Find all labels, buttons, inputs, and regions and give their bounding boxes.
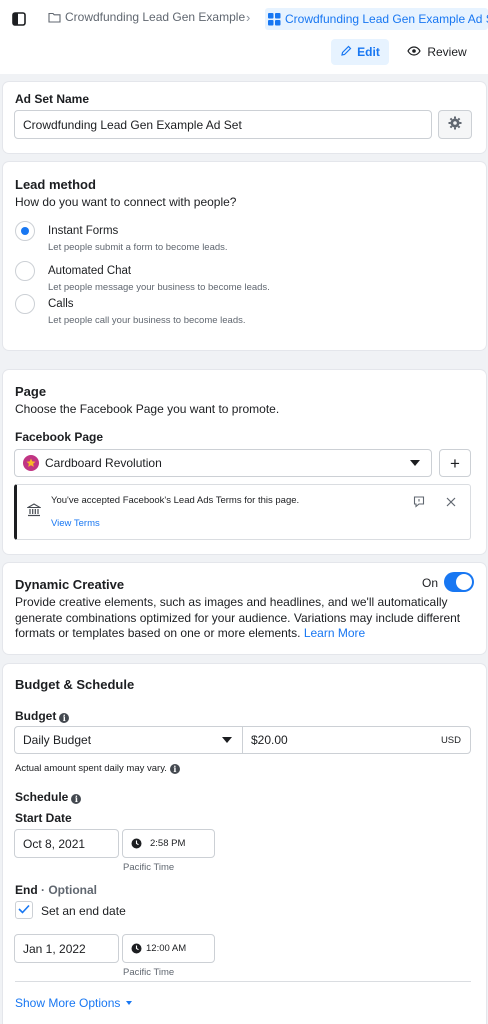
instant-forms-label: Instant Forms	[48, 225, 119, 237]
end-time-value: 12:00 AM	[146, 943, 187, 954]
top-bar: Crowdfunding Lead Gen Example › Crowdfun…	[0, 0, 488, 40]
sidebar-toggle-icon[interactable]	[8, 8, 30, 30]
caret-down-icon	[125, 1001, 132, 1005]
view-terms-link[interactable]: View Terms	[51, 518, 100, 529]
breadcrumb-ad-set[interactable]: Crowdfunding Lead Gen Example Ad Set	[265, 8, 488, 30]
gear-icon	[448, 116, 462, 133]
terms-notice-text: You've accepted Facebook's Lead Ads Term…	[51, 495, 300, 506]
calls-description: Let people call your business to become …	[48, 315, 246, 326]
end-label: End · Optional	[15, 883, 97, 897]
bank-icon	[25, 503, 43, 520]
automated-chat-label: Automated Chat	[48, 265, 132, 277]
divider	[15, 981, 471, 982]
dynamic-creative-description: Provide creative elements, such as image…	[15, 595, 471, 642]
dynamic-creative-description-text: Provide creative elements, such as image…	[15, 595, 461, 640]
lead-method-subtitle: How do you want to connect with people?	[15, 195, 237, 209]
ad-set-grid-icon	[268, 12, 281, 26]
plus-icon: +	[450, 453, 460, 473]
end-date-value: Jan 1, 2022	[23, 941, 86, 956]
set-end-date-label: Set an end date	[41, 904, 126, 918]
clock-icon	[131, 838, 142, 849]
radio-instant-forms[interactable]	[15, 221, 35, 241]
budget-note-text: Actual amount spent daily may vary.	[15, 763, 167, 774]
page-title: Page	[15, 384, 47, 399]
review-button-label: Review	[427, 45, 467, 59]
ad-set-name-input[interactable]: Crowdfunding Lead Gen Example Ad Set	[14, 110, 432, 139]
facebook-page-select[interactable]: Cardboard Revolution	[14, 449, 432, 477]
start-timezone: Pacific Time	[123, 862, 175, 873]
budget-note: Actual amount spent daily may vary. i	[15, 763, 180, 774]
eye-icon	[407, 45, 421, 59]
end-optional-text: · Optional	[41, 883, 98, 897]
review-button[interactable]: Review	[402, 39, 472, 65]
edit-button[interactable]: Edit	[331, 39, 389, 65]
terms-notice	[14, 484, 471, 540]
budget-amount-input[interactable]: $20.00 USD	[242, 726, 471, 754]
show-more-options-link[interactable]: Show More Options	[15, 996, 132, 1010]
page-subtitle: Choose the Facebook Page you want to pro…	[15, 402, 280, 416]
pencil-icon	[340, 45, 352, 60]
calls-label: Calls	[48, 298, 74, 310]
radio-automated-chat[interactable]	[15, 261, 35, 281]
budget-type-select[interactable]: Daily Budget	[14, 726, 243, 754]
breadcrumb-ad-set-label: Crowdfunding Lead Gen Example Ad Set	[285, 12, 488, 26]
close-icon[interactable]	[446, 496, 456, 510]
dynamic-creative-title: Dynamic Creative	[15, 577, 125, 592]
breadcrumb-campaign-label: Crowdfunding Lead Gen Example	[65, 10, 246, 24]
selected-page-name: Cardboard Revolution	[45, 456, 162, 470]
end-date-input[interactable]: Jan 1, 2022	[14, 934, 119, 963]
schedule-label: Schedule i	[15, 790, 82, 804]
dynamic-creative-toggle[interactable]	[444, 572, 474, 592]
budget-type-value: Daily Budget	[23, 733, 92, 747]
page-avatar-icon	[23, 455, 39, 471]
end-label-text: End	[15, 883, 38, 897]
lead-method-title: Lead method	[15, 177, 96, 192]
budget-label-text: Budget	[15, 709, 57, 723]
chevron-right-icon: ›	[246, 10, 251, 25]
ad-set-name-label: Ad Set Name	[15, 92, 90, 106]
start-date-input[interactable]: Oct 8, 2021	[14, 829, 119, 858]
show-more-options-label: Show More Options	[15, 996, 121, 1010]
feedback-icon[interactable]	[413, 496, 425, 511]
ad-set-name-value: Crowdfunding Lead Gen Example Ad Set	[23, 117, 242, 132]
info-icon[interactable]: i	[71, 794, 82, 804]
start-date-value: Oct 8, 2021	[23, 836, 86, 851]
set-end-date-checkbox[interactable]	[15, 901, 33, 919]
dropdown-caret-icon	[410, 460, 420, 466]
end-time-input[interactable]: 12:00 AM	[122, 934, 215, 963]
dropdown-caret-icon	[222, 737, 232, 743]
budget-amount-value: $20.00	[251, 733, 288, 747]
start-time-input[interactable]: 2:58 PM	[122, 829, 215, 858]
breadcrumb-campaign[interactable]: Crowdfunding Lead Gen Example	[48, 10, 245, 24]
currency-label: USD	[440, 735, 461, 746]
learn-more-link[interactable]: Learn More	[304, 626, 365, 640]
info-icon[interactable]: i	[169, 764, 180, 774]
automated-chat-description: Let people message your business to beco…	[48, 282, 270, 293]
settings-button[interactable]	[438, 110, 472, 139]
end-timezone: Pacific Time	[123, 967, 175, 978]
start-time-value: 2:58 PM	[150, 838, 186, 849]
start-date-label: Start Date	[15, 811, 72, 825]
dynamic-creative-toggle-label: On	[422, 576, 439, 590]
add-page-button[interactable]: +	[439, 449, 471, 477]
budget-schedule-title: Budget & Schedule	[15, 677, 135, 692]
folder-icon	[48, 12, 61, 23]
edit-button-label: Edit	[357, 45, 380, 59]
radio-calls[interactable]	[15, 294, 35, 314]
facebook-page-label: Facebook Page	[15, 430, 104, 444]
instant-forms-description: Let people submit a form to become leads…	[48, 242, 228, 253]
clock-icon	[131, 943, 142, 954]
budget-label: Budget i	[15, 709, 70, 723]
schedule-label-text: Schedule	[15, 790, 69, 804]
checkmark-icon	[18, 903, 30, 917]
info-icon[interactable]: i	[59, 713, 70, 723]
